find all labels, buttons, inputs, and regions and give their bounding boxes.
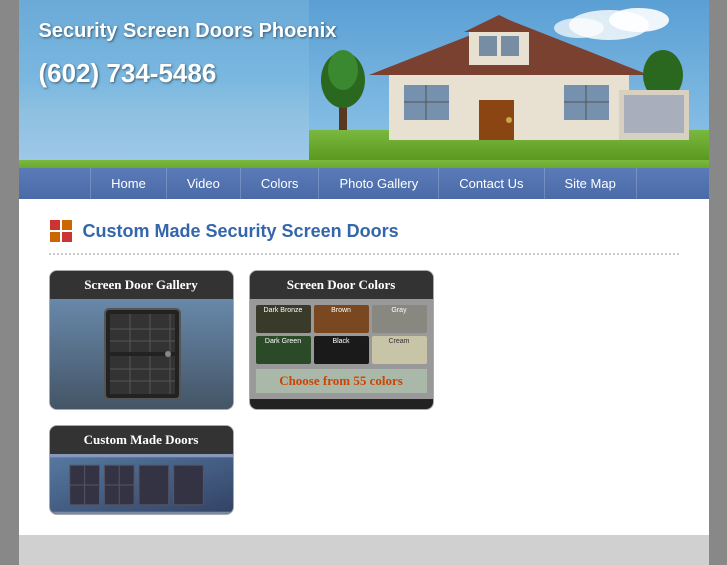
swatch-black: Black <box>314 336 369 364</box>
section-title: Custom Made Security Screen Doors <box>83 221 399 242</box>
nav-bar: Home Video Colors Photo Gallery Contact … <box>19 168 709 199</box>
green-strip-divider <box>19 160 709 168</box>
swatch-green: Dark Green <box>256 336 311 364</box>
nav-item-home[interactable]: Home <box>90 168 167 199</box>
section-title-row: Custom Made Security Screen Doors <box>49 219 679 243</box>
page-wrapper: Security Screen Doors Phoenix (602) 734-… <box>19 0 709 565</box>
site-title: Security Screen Doors Phoenix <box>39 20 337 43</box>
card-gallery-image[interactable] <box>50 299 233 409</box>
swatch-label: Cream <box>372 338 427 345</box>
swatch-gray: Gray <box>372 305 427 333</box>
nav-item-colors[interactable]: Colors <box>241 168 320 199</box>
card-colors: Screen Door Colors Dark Bronze Brown Gra… <box>249 270 434 410</box>
swatch-cream: Cream <box>372 336 427 364</box>
header: Security Screen Doors Phoenix (602) 734-… <box>19 0 709 160</box>
card-colors-body: Dark Bronze Brown Gray Dark Green Black <box>250 299 433 399</box>
main-content: Custom Made Security Screen Doors Screen… <box>19 199 709 535</box>
bottom-area <box>19 535 709 565</box>
swatch-label: Dark Bronze <box>256 307 311 314</box>
card-custom-made: Custom Made Doors <box>49 425 234 515</box>
nav-item-contact-us[interactable]: Contact Us <box>439 168 544 199</box>
cards-row: Screen Door Gallery <box>49 270 679 410</box>
color-swatches-grid: Dark Bronze Brown Gray Dark Green Black <box>256 305 427 364</box>
swatch-label: Brown <box>314 307 369 314</box>
card-gallery: Screen Door Gallery <box>49 270 234 410</box>
content-divider <box>49 253 679 255</box>
swatch-dark-bronze: Dark Bronze <box>256 305 311 333</box>
swatch-brown: Brown <box>314 305 369 333</box>
colors-cta[interactable]: Choose from 55 colors <box>256 369 427 393</box>
swatch-label: Dark Green <box>256 338 311 345</box>
nav-item-photo-gallery[interactable]: Photo Gallery <box>319 168 439 199</box>
card-gallery-title: Screen Door Gallery <box>50 271 233 299</box>
nav-item-video[interactable]: Video <box>167 168 241 199</box>
card-colors-title: Screen Door Colors <box>250 271 433 299</box>
card-custom-image[interactable] <box>50 454 233 514</box>
site-phone: (602) 734-5486 <box>39 58 337 89</box>
nav-item-site-map[interactable]: Site Map <box>545 168 637 199</box>
swatch-label: Gray <box>372 307 427 314</box>
card-custom-title: Custom Made Doors <box>50 426 233 454</box>
header-text-block: Security Screen Doors Phoenix (602) 734-… <box>39 20 337 89</box>
swatch-label: Black <box>314 338 369 345</box>
title-icon <box>49 219 73 243</box>
header-house-image <box>309 0 709 160</box>
